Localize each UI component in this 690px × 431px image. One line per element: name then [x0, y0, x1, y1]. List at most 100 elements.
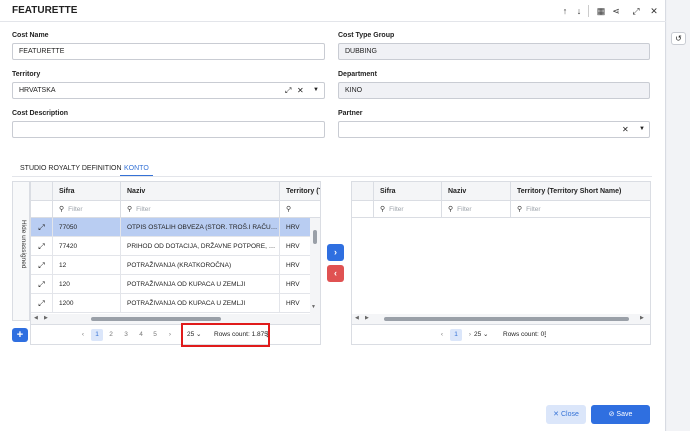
- chevron-down-icon[interactable]: ▼: [313, 83, 319, 98]
- arrow-down-icon[interactable]: ↓: [573, 5, 585, 17]
- search-icon: ⚲: [448, 206, 454, 213]
- page-5[interactable]: 5: [149, 329, 161, 341]
- dialog: FEATURETTE ↑ ↓ ▦ ⋖ ⤢ ✕ Cost Name FEATURE…: [0, 0, 666, 431]
- column-header-territory[interactable]: Territory (Territory Short Name): [511, 182, 650, 201]
- scroll-right-end-icon[interactable]: ▶: [640, 315, 644, 321]
- department-field[interactable]: KINO: [338, 82, 650, 99]
- scrollbar-thumb[interactable]: [313, 230, 317, 244]
- page-4[interactable]: 4: [135, 329, 147, 341]
- grid-icon[interactable]: ▦: [595, 5, 607, 17]
- chevron-left-icon: ‹: [334, 268, 337, 278]
- horizontal-scrollbar[interactable]: ◀ ▶ ▶: [352, 314, 650, 324]
- expand-icon[interactable]: ⤢: [285, 83, 291, 98]
- title-bar: FEATURETTE ↑ ↓ ▦ ⋖ ⤢ ✕: [0, 0, 666, 22]
- row-expand-icon[interactable]: ⤢: [31, 237, 53, 256]
- close-button[interactable]: ✕ Close: [546, 405, 586, 424]
- scrollbar-thumb[interactable]: [384, 317, 629, 321]
- unassign-arrow-button[interactable]: ‹: [327, 265, 344, 282]
- dialog-title: FEATURETTE: [12, 5, 78, 16]
- search-icon: ⚲: [127, 206, 133, 213]
- prev-page-icon[interactable]: ‹: [77, 329, 89, 341]
- column-header-sifra[interactable]: Sifra: [53, 182, 121, 201]
- tab-konto[interactable]: KONTO: [120, 160, 153, 177]
- cost-name-value: FEATURETTE: [19, 48, 65, 55]
- assign-arrow-button[interactable]: ›: [327, 244, 344, 261]
- right-grid-filter-row: ⚲ Filter ⚲ Filter ⚲ Filter: [352, 201, 650, 218]
- cell-sifra: 77050: [53, 218, 121, 237]
- cell-sifra: 12: [53, 256, 121, 275]
- expand-column-header: [352, 182, 374, 201]
- vertical-scrollbar[interactable]: ▼: [310, 218, 320, 314]
- clear-icon[interactable]: ✕: [297, 83, 304, 98]
- department-label: Department: [338, 71, 377, 78]
- page-3[interactable]: 3: [120, 329, 132, 341]
- check-circle-icon: ⊘: [608, 411, 615, 418]
- row-expand-icon[interactable]: ⤢: [31, 256, 53, 275]
- filter-placeholder: Filter: [68, 206, 83, 213]
- filter-spacer: [31, 201, 53, 218]
- column-header-territory[interactable]: Territory (Te: [280, 182, 320, 201]
- column-header-naziv[interactable]: Naziv: [442, 182, 511, 201]
- page-size-value: 25: [474, 331, 482, 338]
- scroll-right-icon[interactable]: ▶: [44, 315, 48, 321]
- right-grid-footer: ‹ 1 › 25 ⌄ Rows count: 0 ⋮: [352, 324, 650, 344]
- row-expand-icon[interactable]: ⤢: [31, 275, 53, 294]
- row-expand-icon[interactable]: ⤢: [31, 294, 53, 313]
- chevron-down-icon[interactable]: ▼: [639, 122, 645, 137]
- filter-sifra[interactable]: ⚲ Filter: [374, 201, 442, 218]
- add-button[interactable]: +: [12, 328, 28, 342]
- scrollbar-thumb[interactable]: [91, 317, 221, 321]
- scroll-left-icon[interactable]: ◀: [34, 315, 38, 321]
- prev-page-icon[interactable]: ‹: [436, 329, 448, 341]
- cost-description-field[interactable]: [12, 121, 325, 138]
- clear-icon[interactable]: ✕: [622, 122, 629, 137]
- page-size-select[interactable]: 25 ⌄: [474, 325, 489, 345]
- cost-type-group-label: Cost Type Group: [338, 32, 395, 39]
- close-icon[interactable]: ✕: [648, 5, 660, 17]
- share-icon[interactable]: ⋖: [610, 5, 622, 17]
- filter-spacer: [352, 201, 374, 218]
- toolbar-divider: [588, 5, 589, 17]
- cell-naziv: POTRAŽIVANJA OD KUPACA U ZEMLJI: [121, 294, 280, 313]
- save-button[interactable]: ⊘ Save: [591, 405, 650, 424]
- table-row[interactable]: ⤢ 77420 PRIHOD OD DOTACIJA, DRŽAVNE POTP…: [31, 237, 310, 256]
- filter-naziv[interactable]: ⚲ Filter: [121, 201, 280, 218]
- left-grid: Sifra Naziv Territory (Te ⚲Filter ⚲Filte…: [30, 181, 321, 345]
- territory-label: Territory: [12, 71, 41, 78]
- territory-field[interactable]: HRVATSKA ⤢ ✕ ▼: [12, 82, 325, 99]
- tab-studio-royalty-definition[interactable]: STUDIO ROYALTY DEFINITION: [20, 160, 122, 177]
- cell-sifra: 120: [53, 275, 121, 294]
- table-row[interactable]: ⤢ 120 POTRAŽIVANJA OD KUPACA U ZEMLJI HR…: [31, 275, 310, 294]
- next-page-icon[interactable]: ›: [164, 329, 176, 341]
- table-row[interactable]: ⤢ 77050 OTPIS OSTALIH OBVEZA (STOR. TROŠ…: [31, 218, 310, 237]
- horizontal-scrollbar[interactable]: ◀ ▶: [31, 314, 320, 324]
- page-2[interactable]: 2: [105, 329, 117, 341]
- scroll-down-icon[interactable]: ▼: [311, 304, 316, 310]
- filter-territory[interactable]: ⚲: [280, 201, 320, 218]
- more-options-icon[interactable]: ⋮: [542, 325, 549, 345]
- cell-naziv: PRIHOD OD DOTACIJA, DRŽAVNE POTPORE, SU.…: [121, 237, 280, 256]
- filter-sifra[interactable]: ⚲ Filter: [53, 201, 121, 218]
- table-row[interactable]: ⤢ 1200 POTRAŽIVANJA OD KUPACA U ZEMLJI H…: [31, 294, 310, 313]
- cost-type-group-field[interactable]: DUBBING: [338, 43, 650, 60]
- scroll-right-icon[interactable]: ▶: [365, 315, 369, 321]
- page-1[interactable]: 1: [91, 329, 103, 341]
- arrow-up-icon[interactable]: ↑: [559, 5, 571, 17]
- filter-territory[interactable]: ⚲ Filter: [511, 201, 650, 218]
- page-1[interactable]: 1: [450, 329, 462, 341]
- history-icon[interactable]: ↺: [671, 32, 686, 45]
- hide-unassigned-toggle[interactable]: Hide unassigned: [12, 181, 30, 321]
- column-header-naziv[interactable]: Naziv: [121, 182, 280, 201]
- cost-name-field[interactable]: FEATURETTE: [12, 43, 325, 60]
- expand-icon[interactable]: ⤢: [630, 5, 642, 17]
- scroll-left-icon[interactable]: ◀: [355, 315, 359, 321]
- partner-field[interactable]: ✕ ▼: [338, 121, 650, 138]
- filter-naziv[interactable]: ⚲ Filter: [442, 201, 511, 218]
- cost-description-label: Cost Description: [12, 110, 69, 117]
- row-expand-icon[interactable]: ⤢: [31, 218, 53, 237]
- close-icon: ✕: [553, 411, 559, 418]
- table-row[interactable]: ⤢ 12 POTRAŽIVANJA (KRATKOROČNA) HRV: [31, 256, 310, 275]
- column-header-sifra[interactable]: Sifra: [374, 182, 442, 201]
- right-grid: Sifra Naziv Territory (Territory Short N…: [351, 181, 651, 345]
- cell-naziv: POTRAŽIVANJA (KRATKOROČNA): [121, 256, 280, 275]
